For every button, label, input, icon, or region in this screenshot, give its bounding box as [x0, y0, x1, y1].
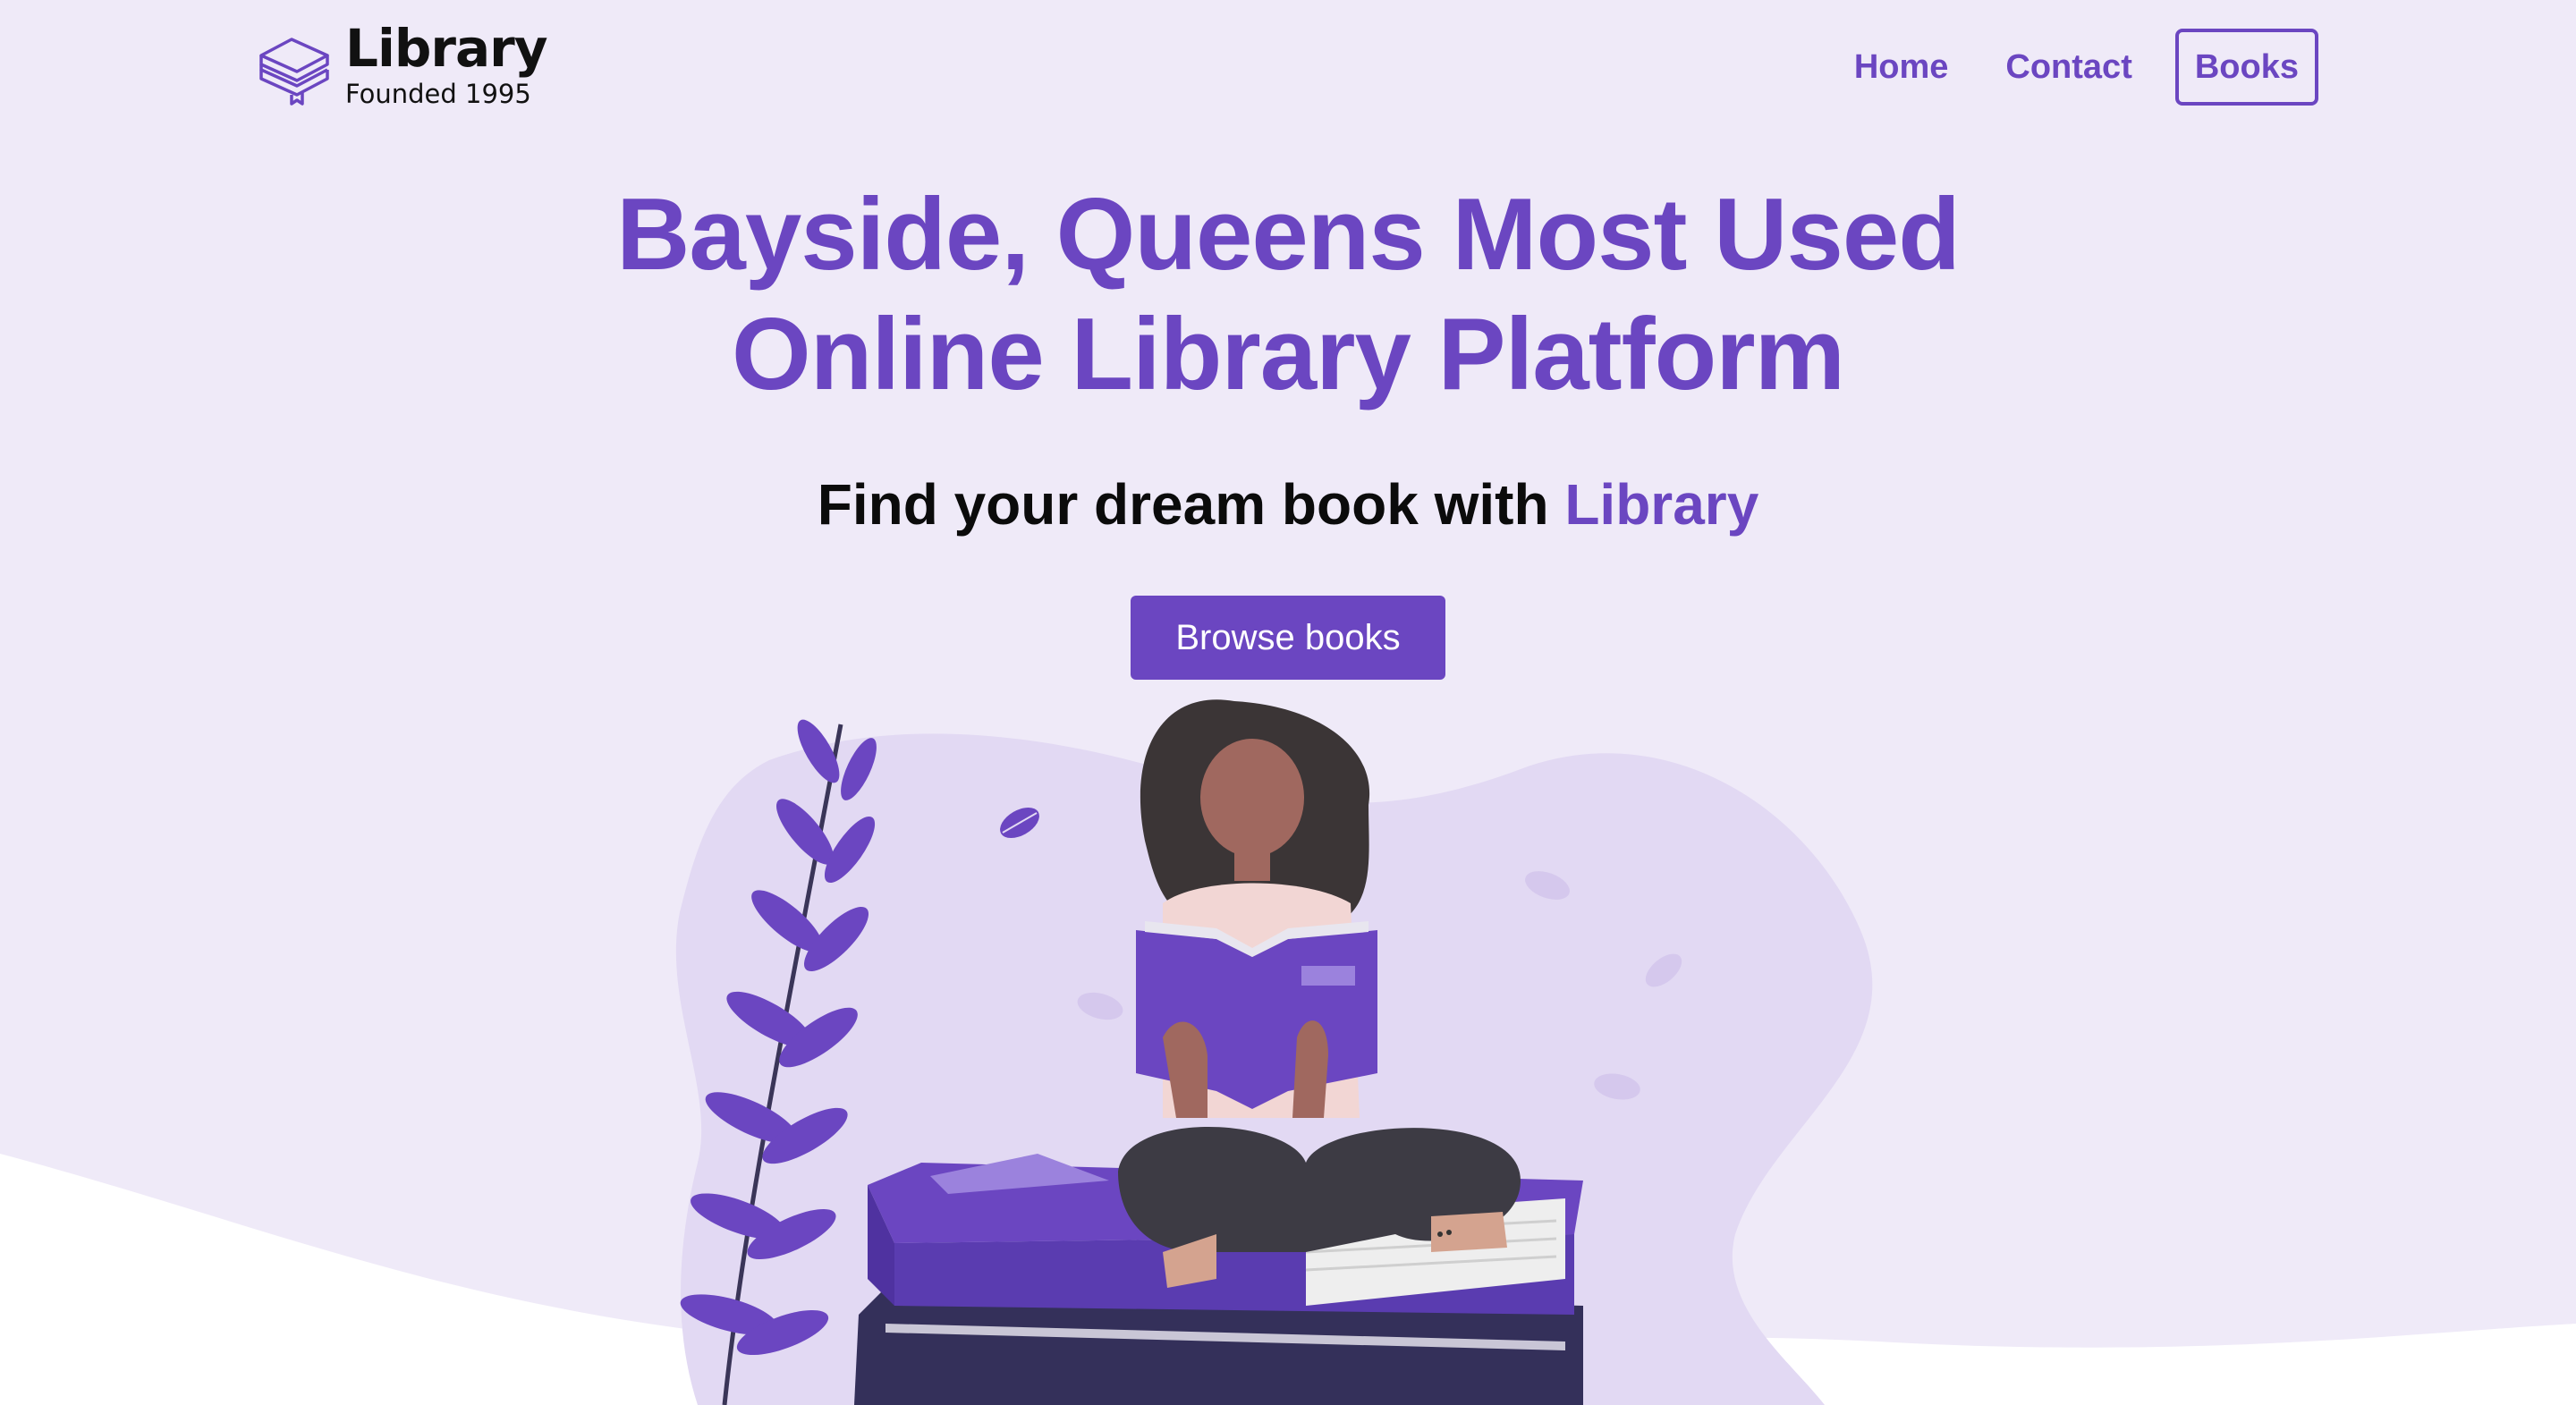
- stacked-books-icon: [259, 38, 329, 106]
- hero-title-line2: Online Library Platform: [732, 298, 1845, 411]
- woman-reading-on-books-illustration: [675, 699, 1873, 1405]
- nav-contact-link[interactable]: Contact: [2005, 29, 2131, 106]
- main-nav: Home Contact Books: [1797, 29, 2318, 106]
- hero-title: Bayside, Queens Most Used Online Library…: [0, 175, 2576, 415]
- hero-section: Bayside, Queens Most Used Online Library…: [0, 175, 2576, 680]
- site-header: Library Founded 1995 Home Contact Books: [0, 0, 2576, 134]
- brand-subtitle: Founded 1995: [345, 79, 531, 109]
- brand-name: Library: [345, 18, 548, 79]
- browse-books-button[interactable]: Browse books: [1131, 596, 1445, 680]
- hero-tagline: Find your dream book with Library: [0, 469, 2576, 540]
- tagline-accent: Library: [1564, 472, 1759, 537]
- brand-logo[interactable]: Library Founded 1995: [256, 18, 548, 109]
- hero-title-line1: Bayside, Queens Most Used: [616, 178, 1961, 292]
- tagline-prefix: Find your dream book with: [817, 472, 1565, 537]
- nav-home-link[interactable]: Home: [1854, 29, 1949, 106]
- nav-books-button[interactable]: Books: [2174, 29, 2318, 106]
